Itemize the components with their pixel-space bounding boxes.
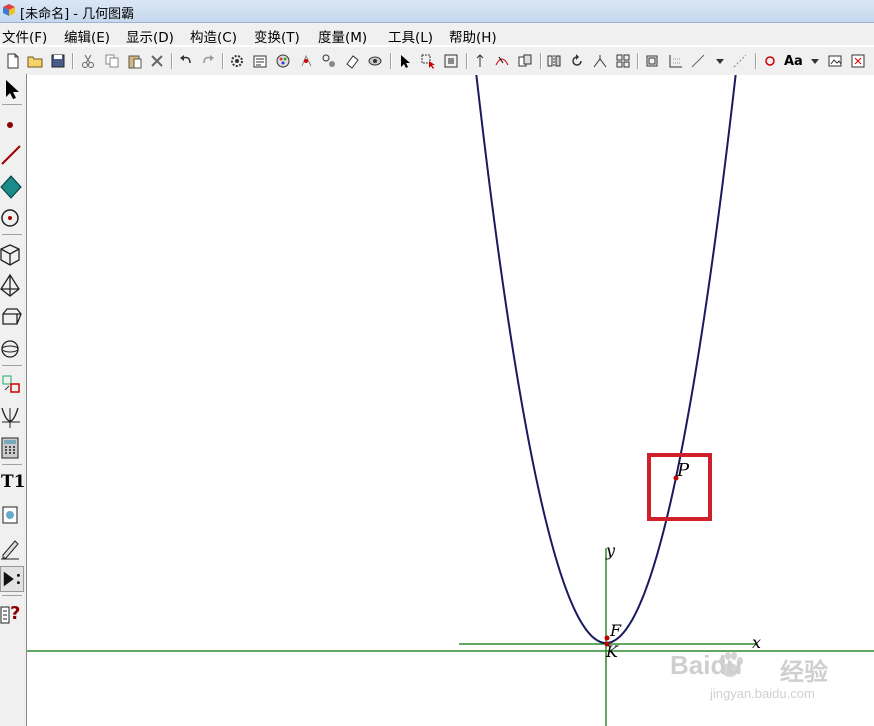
toolbar-separator	[540, 53, 541, 69]
watermark-brand: Baidu	[670, 650, 743, 680]
undo-icon[interactable]	[178, 53, 194, 69]
sidebar-separator	[2, 595, 22, 596]
dropdown-arrow-icon[interactable]	[712, 53, 728, 69]
text-tool-icon[interactable]: T1	[0, 472, 25, 498]
toolbar: Aa	[0, 46, 874, 76]
app-logo-icon	[3, 4, 15, 16]
screenshot-icon[interactable]	[827, 53, 843, 69]
animation-tool-icon[interactable]	[0, 566, 24, 592]
mirror-icon[interactable]	[546, 53, 562, 69]
settings-icon[interactable]	[229, 53, 245, 69]
save-icon[interactable]	[50, 53, 66, 69]
frame-icon[interactable]	[644, 53, 660, 69]
pyramid-tool-icon[interactable]	[0, 273, 24, 299]
hide-show-icon[interactable]	[367, 53, 383, 69]
y-axis-label: y	[605, 541, 616, 560]
copy-icon[interactable]	[104, 53, 120, 69]
dropdown-arrow-icon[interactable]	[807, 53, 823, 69]
sidebar-separator	[2, 234, 22, 235]
window-title: [未命名] - 几何图霸	[20, 7, 135, 22]
toolbar-separator	[171, 53, 172, 69]
sidebar-separator	[2, 365, 22, 366]
menu-construct[interactable]: 构造(C)	[190, 26, 237, 46]
menu-measure[interactable]: 度量(M)	[318, 26, 367, 46]
grid-icon[interactable]	[615, 53, 631, 69]
point-f-label: F	[609, 621, 622, 640]
cube-tool-icon[interactable]	[0, 242, 24, 268]
geometry-drawing: y x P F K	[27, 75, 874, 726]
snap-icon[interactable]	[321, 53, 337, 69]
animate-icon[interactable]	[472, 53, 488, 69]
polygon-tool-icon[interactable]	[0, 174, 24, 200]
group-icon[interactable]	[517, 53, 533, 69]
menu-file[interactable]: 文件(F)	[2, 26, 47, 46]
sidebar-separator	[2, 104, 22, 105]
new-file-icon[interactable]	[5, 53, 21, 69]
toolbar-separator	[390, 53, 391, 69]
delete-icon[interactable]	[149, 53, 165, 69]
export-icon[interactable]	[850, 53, 866, 69]
circle-tool-icon[interactable]	[0, 205, 24, 231]
menu-help[interactable]: 帮助(H)	[449, 26, 497, 46]
sphere-tool-icon[interactable]	[0, 336, 24, 362]
dotted-line-icon[interactable]	[732, 53, 748, 69]
menu-transform[interactable]: 变换(T)	[254, 26, 300, 46]
eraser-icon[interactable]	[344, 53, 360, 69]
tool-sidebar: T1 ?	[0, 74, 27, 726]
watermark: Baidu 经验 jingyan.baidu.com	[670, 642, 870, 712]
menu-edit[interactable]: 编辑(E)	[64, 26, 110, 46]
axes-icon[interactable]	[667, 53, 683, 69]
trace-icon[interactable]	[494, 53, 510, 69]
point-f[interactable]	[604, 635, 610, 641]
toolbar-separator	[637, 53, 638, 69]
color-icon[interactable]	[275, 53, 291, 69]
toolbar-separator	[755, 53, 756, 69]
help-document-icon	[0, 606, 10, 624]
select-arrow-icon[interactable]	[397, 53, 413, 69]
open-folder-icon[interactable]	[27, 53, 43, 69]
line-tool-icon[interactable]	[0, 142, 24, 168]
sidebar-separator	[2, 464, 22, 465]
title-bar: [未命名] - 几何图霸	[0, 0, 874, 23]
help-question-mark: ?	[10, 603, 21, 624]
drawing-canvas[interactable]: y x P F K Baidu 经验 jingyan.baidu.com	[27, 75, 874, 726]
redo-icon[interactable]	[200, 53, 216, 69]
point-on-object-icon[interactable]	[298, 53, 314, 69]
select-region-icon[interactable]	[420, 53, 436, 69]
point-style-icon[interactable]	[762, 53, 778, 69]
watermark-product: 经验	[780, 658, 828, 686]
help-tool-icon[interactable]: ?	[0, 602, 24, 628]
menu-bar: 文件(F) 编辑(E) 显示(D) 构造(C) 变换(T) 度量(M) 工具(L…	[0, 23, 874, 46]
calculator-icon[interactable]	[0, 435, 24, 461]
prism-tool-icon[interactable]	[0, 304, 24, 330]
scale-icon[interactable]	[592, 53, 608, 69]
watermark-url: jingyan.baidu.com	[710, 686, 815, 701]
properties-icon[interactable]	[252, 53, 268, 69]
menu-tools[interactable]: 工具(L)	[388, 26, 433, 46]
point-p-label: P	[676, 460, 690, 481]
select-arrow-icon[interactable]	[0, 76, 24, 102]
graph-function-icon[interactable]	[0, 404, 24, 430]
cut-icon[interactable]	[80, 53, 96, 69]
rotate-icon[interactable]	[569, 53, 585, 69]
paste-icon[interactable]	[127, 53, 143, 69]
line-style-icon[interactable]	[690, 53, 706, 69]
point-k-label: K	[605, 642, 619, 661]
menu-view[interactable]: 显示(D)	[126, 26, 174, 46]
transform-tool-icon[interactable]	[0, 372, 24, 398]
text-style-icon[interactable]: Aa	[784, 54, 806, 70]
toolbar-separator	[72, 53, 73, 69]
pen-tool-icon[interactable]	[0, 535, 24, 561]
image-tool-icon[interactable]	[0, 503, 24, 529]
toolbar-separator	[222, 53, 223, 69]
point-tool-icon[interactable]	[0, 112, 24, 138]
select-all-icon[interactable]	[443, 53, 459, 69]
toolbar-separator	[466, 53, 467, 69]
